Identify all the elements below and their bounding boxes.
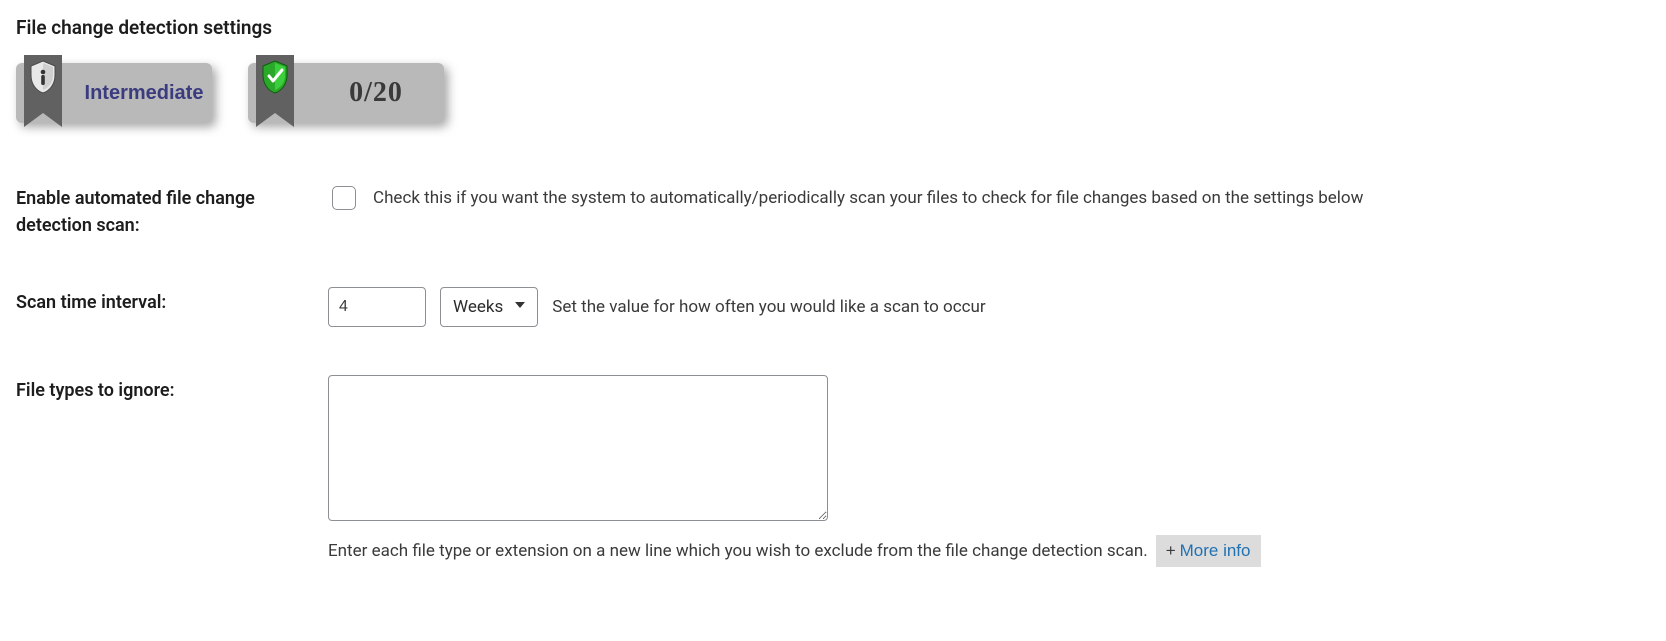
- exclamation-shield-icon: [24, 55, 62, 141]
- scan-interval-label: Scan time interval:: [16, 287, 328, 316]
- ignore-types-label: File types to ignore:: [16, 375, 328, 404]
- scan-interval-input[interactable]: [328, 287, 426, 327]
- ignore-types-textarea[interactable]: [328, 375, 828, 521]
- scan-interval-description: Set the value for how often you would li…: [552, 297, 985, 317]
- scan-interval-unit-select[interactable]: Weeks: [440, 287, 538, 327]
- scan-interval-unit-value: Weeks: [453, 297, 503, 317]
- ignore-types-row: File types to ignore: Enter each file ty…: [16, 375, 1650, 567]
- enable-scan-label: Enable automated file change detection s…: [16, 183, 328, 239]
- enable-scan-row: Enable automated file change detection s…: [16, 183, 1650, 239]
- security-level-badge: Intermediate: [16, 63, 212, 123]
- plus-icon: +: [1166, 541, 1176, 561]
- security-level-label: Intermediate: [76, 82, 212, 105]
- check-shield-icon: [256, 55, 294, 141]
- security-score-label: 0/20: [308, 77, 444, 109]
- section-title: File change detection settings: [16, 16, 1650, 39]
- more-info-button[interactable]: + More info: [1156, 535, 1261, 567]
- enable-scan-description: Check this if you want the system to aut…: [373, 188, 1363, 208]
- badge-row: Intermediate 0/20: [16, 63, 1650, 123]
- enable-scan-checkbox[interactable]: [332, 186, 356, 210]
- chevron-down-icon: [513, 297, 527, 317]
- more-info-label: More info: [1180, 541, 1251, 561]
- ignore-types-helper: Enter each file type or extension on a n…: [328, 541, 1148, 561]
- scan-interval-row: Scan time interval: Weeks Set the value …: [16, 287, 1650, 327]
- security-score-badge: 0/20: [248, 63, 444, 123]
